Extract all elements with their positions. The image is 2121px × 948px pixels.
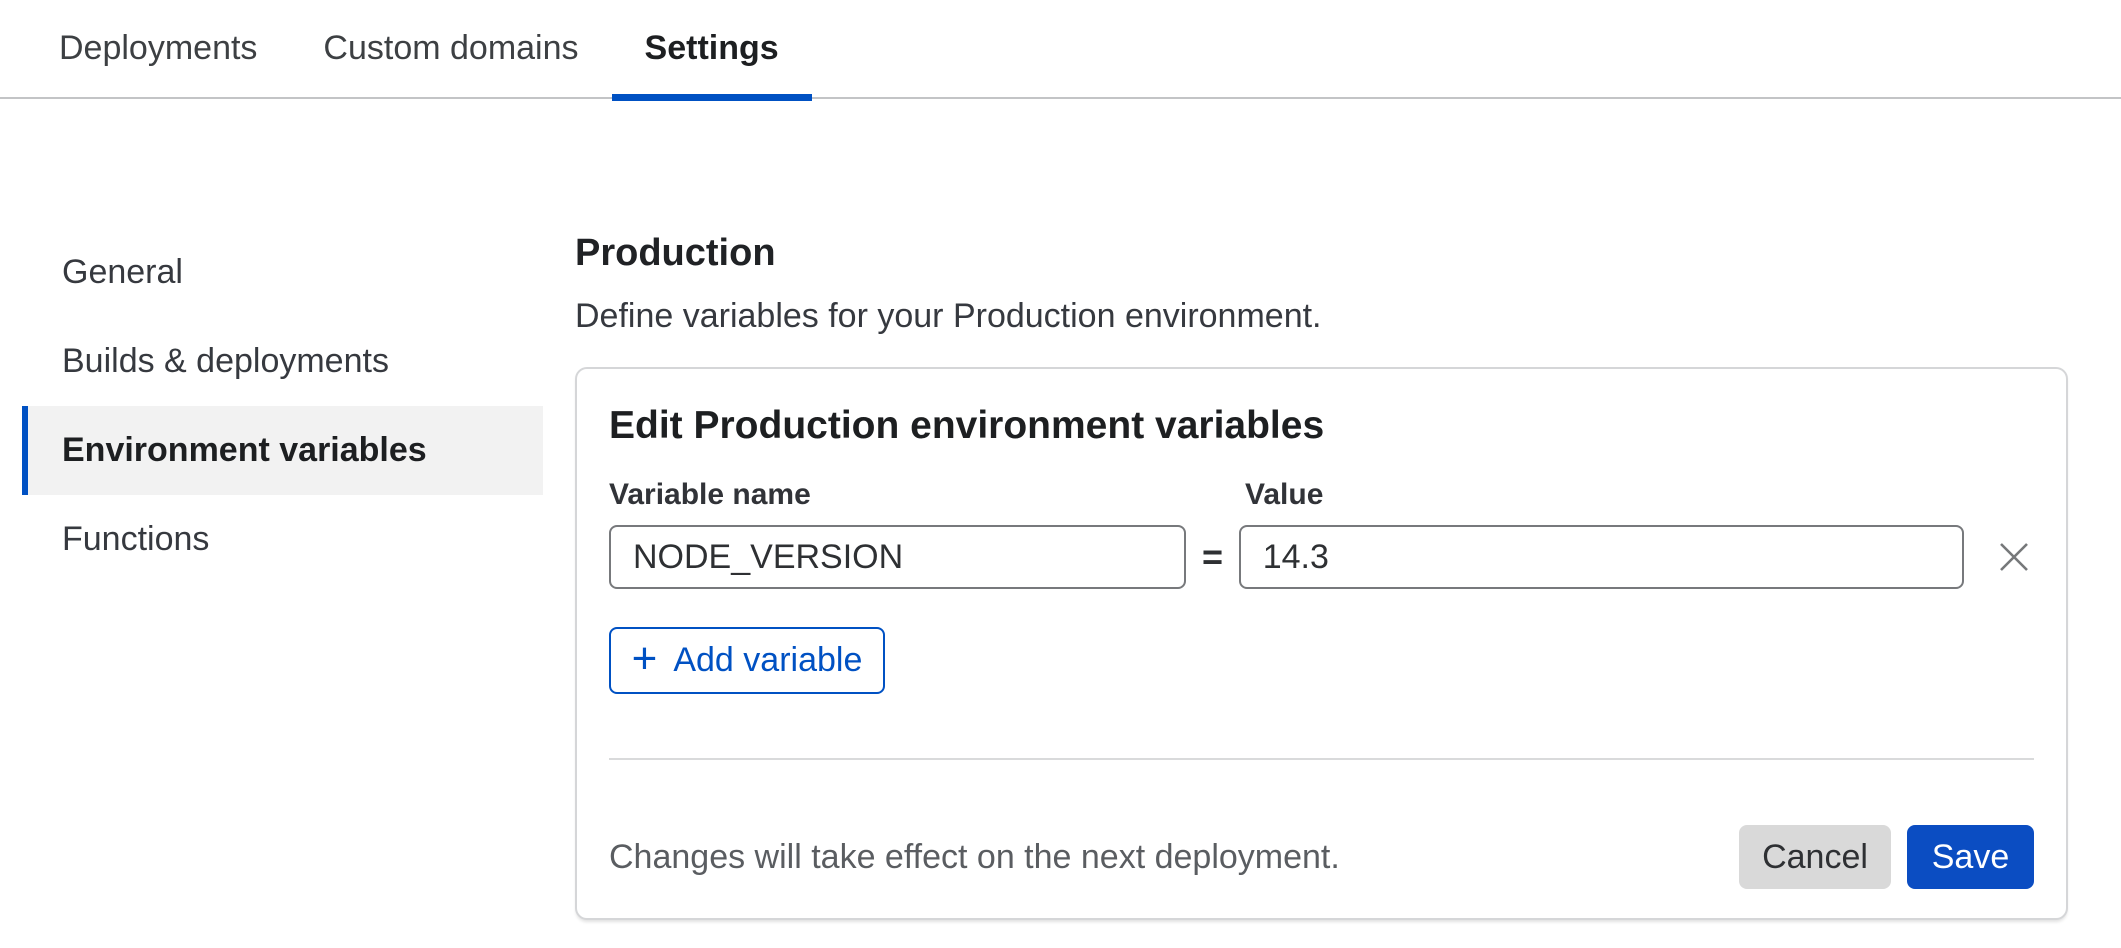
add-variable-label: Add variable (673, 641, 862, 680)
variable-name-input[interactable] (609, 525, 1186, 589)
cancel-button[interactable]: Cancel (1739, 825, 1891, 889)
tab-bar: Deployments Custom domains Settings (0, 0, 2121, 99)
footer-actions: Cancel Save (1739, 825, 2034, 889)
tab-deployments[interactable]: Deployments (26, 0, 290, 97)
environment-variables-card: Edit Production environment variables Va… (575, 367, 2068, 920)
plus-icon: + (632, 637, 658, 681)
section-title: Production (575, 233, 776, 273)
variable-value-input[interactable] (1239, 525, 1965, 589)
value-label: Value (1245, 477, 1323, 513)
sidebar-item-builds-deployments[interactable]: Builds & deployments (0, 317, 543, 406)
tab-custom-domains[interactable]: Custom domains (290, 0, 611, 97)
card-title: Edit Production environment variables (609, 403, 2034, 449)
sidebar-item-environment-variables[interactable]: Environment variables (22, 406, 543, 495)
card-footer: Changes will take effect on the next dep… (609, 825, 2034, 889)
variable-name-label: Variable name (609, 477, 1245, 513)
field-labels-row: Variable name Value (609, 477, 2034, 513)
section-subtitle: Define variables for your Production env… (575, 297, 1322, 335)
tab-settings[interactable]: Settings (612, 0, 812, 97)
sidebar-item-functions[interactable]: Functions (0, 495, 543, 584)
card-divider (609, 758, 2034, 760)
settings-sidebar: General Builds & deployments Environment… (0, 228, 543, 584)
variable-row: = (609, 525, 2034, 589)
close-icon (1998, 541, 2030, 573)
sidebar-item-general[interactable]: General (0, 228, 543, 317)
add-variable-button[interactable]: + Add variable (609, 627, 885, 694)
equals-sign: = (1186, 536, 1238, 578)
footer-note: Changes will take effect on the next dep… (609, 838, 1340, 877)
save-button[interactable]: Save (1907, 825, 2034, 889)
remove-variable-button[interactable] (1994, 537, 2034, 577)
